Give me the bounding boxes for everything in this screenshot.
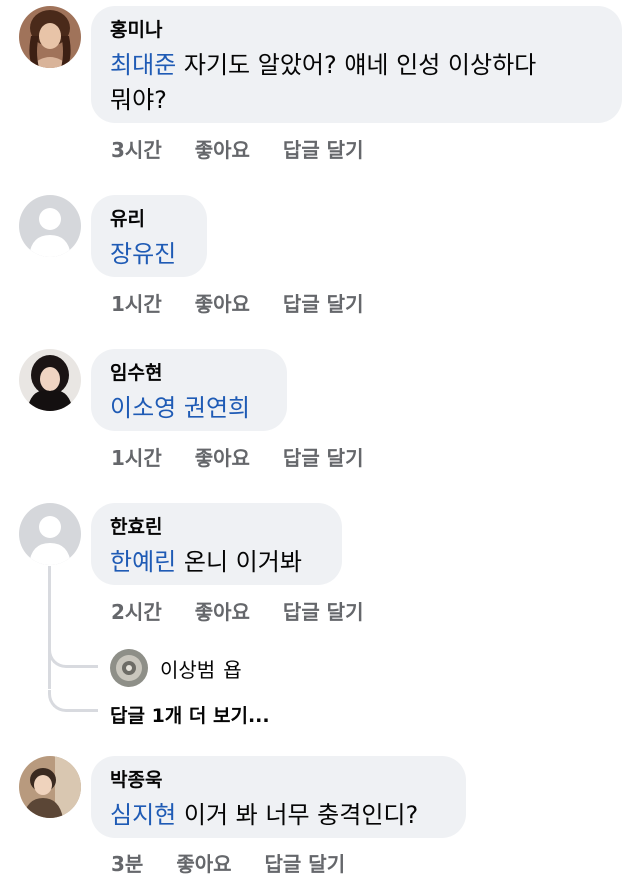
thread-branch — [48, 646, 98, 668]
avatar[interactable] — [19, 6, 81, 68]
comment-text: 최대준 자기도 알았어? 얘네 인성 이상하다뭐야? — [110, 48, 603, 118]
comment-actions: 1시간 좋아요 답글 달기 — [111, 291, 364, 317]
timestamp[interactable]: 3분 — [111, 851, 143, 877]
comment-bubble: 유리 장유진 — [91, 195, 207, 277]
comment-actions: 3분 좋아요 답글 달기 — [111, 851, 345, 877]
mention-link[interactable]: 한예린 — [110, 548, 176, 576]
commenter-name[interactable]: 박종욱 — [110, 768, 447, 792]
like-button[interactable]: 좋아요 — [195, 137, 250, 163]
view-more-replies-link[interactable]: 답글 1개 더 보기... — [110, 703, 270, 729]
avatar[interactable] — [19, 195, 81, 257]
reply-button[interactable]: 답글 달기 — [283, 291, 364, 317]
avatar[interactable] — [110, 649, 148, 687]
comment-bubble: 박종욱 심지현 이거 봐 너무 충격인디? — [91, 756, 466, 838]
avatar[interactable] — [19, 503, 81, 565]
thread-line — [48, 566, 51, 689]
comment-text: 심지현 이거 봐 너무 충격인디? — [110, 798, 447, 833]
commenter-name[interactable]: 유리 — [110, 207, 188, 231]
comment-body: 자기도 알았어? 얘네 인성 이상하다 — [176, 51, 537, 79]
reply-preview[interactable]: 이상범 욥 — [110, 648, 242, 688]
comment-bubble: 임수현 이소영 권연희 — [91, 349, 287, 431]
like-button[interactable]: 좋아요 — [176, 851, 231, 877]
timestamp[interactable]: 3시간 — [111, 137, 162, 163]
comment-text: 이소영 권연희 — [110, 391, 268, 426]
reply-button[interactable]: 답글 달기 — [283, 137, 364, 163]
mention-link[interactable]: 최대준 — [110, 51, 176, 79]
comment-body: 온니 이거봐 — [176, 548, 302, 576]
timestamp[interactable]: 1시간 — [111, 445, 162, 471]
mention-link[interactable]: 심지현 — [110, 801, 176, 829]
like-button[interactable]: 좋아요 — [195, 291, 250, 317]
reply-button[interactable]: 답글 달기 — [283, 599, 364, 625]
commenter-name[interactable]: 한효린 — [110, 515, 323, 539]
comment-body-line2: 뭐야? — [110, 86, 167, 114]
avatar[interactable] — [19, 756, 81, 818]
reply-text: 욥 — [223, 657, 242, 682]
like-button[interactable]: 좋아요 — [195, 445, 250, 471]
reply-button[interactable]: 답글 달기 — [265, 851, 346, 877]
thread-branch — [48, 690, 98, 712]
comment-actions: 3시간 좋아요 답글 달기 — [111, 137, 364, 163]
comment-body: 이거 봐 너무 충격인디? — [176, 801, 419, 829]
mention-link[interactable]: 장유진 — [110, 240, 176, 268]
mention-link[interactable]: 이소영 권연희 — [110, 394, 250, 422]
reply-author-name[interactable]: 이상범 — [160, 654, 215, 683]
timestamp[interactable]: 1시간 — [111, 291, 162, 317]
comment-actions: 1시간 좋아요 답글 달기 — [111, 445, 364, 471]
commenter-name[interactable]: 임수현 — [110, 361, 268, 385]
comment-actions: 2시간 좋아요 답글 달기 — [111, 599, 364, 625]
comment-text: 장유진 — [110, 237, 188, 272]
comment-bubble: 한효린 한예린 온니 이거봐 — [91, 503, 342, 585]
avatar[interactable] — [19, 349, 81, 411]
commenter-name[interactable]: 홍미나 — [110, 18, 603, 42]
timestamp[interactable]: 2시간 — [111, 599, 162, 625]
like-button[interactable]: 좋아요 — [195, 599, 250, 625]
reply-button[interactable]: 답글 달기 — [283, 445, 364, 471]
comment-bubble: 홍미나 최대준 자기도 알았어? 얘네 인성 이상하다뭐야? — [91, 6, 622, 123]
comment-text: 한예린 온니 이거봐 — [110, 545, 323, 580]
